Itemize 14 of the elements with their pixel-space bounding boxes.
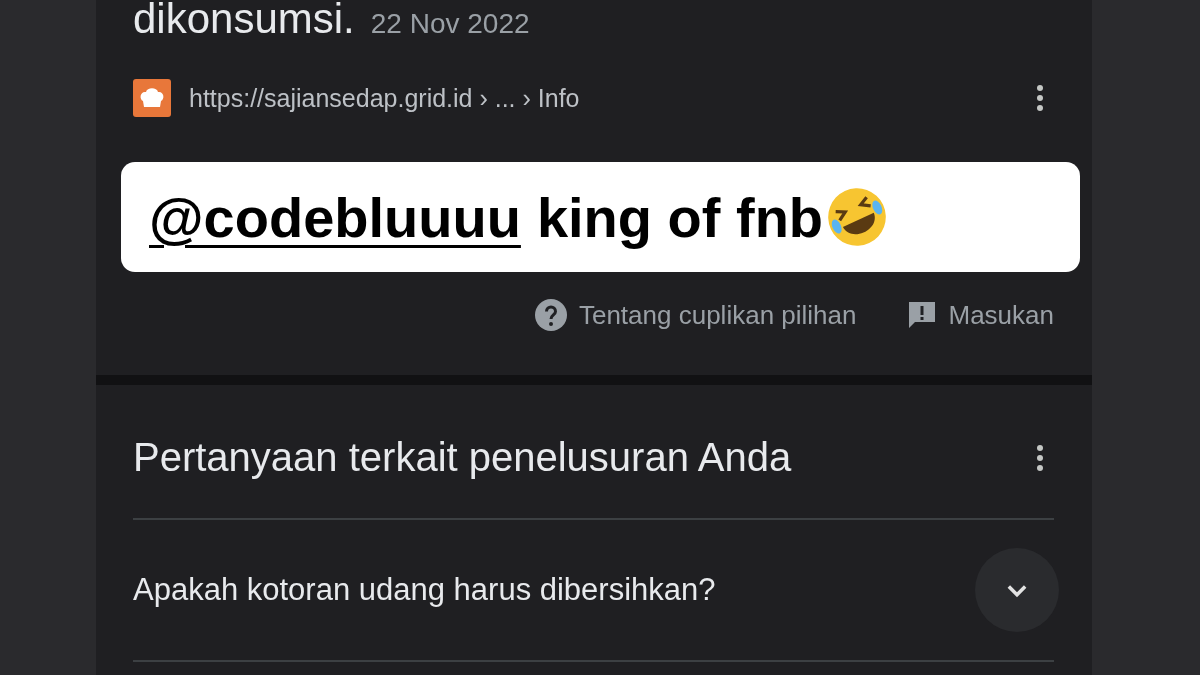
- footer-link[interactable]: Tentang cuplikan pilihan: [578, 299, 857, 331]
- footer-link[interactable]: Masukan: [948, 299, 1054, 331]
- more-options-icon[interactable]: [1036, 443, 1044, 472]
- more-options-icon[interactable]: [1036, 84, 1044, 113]
- caption-text: king of fnb: [536, 184, 824, 250]
- mention-link[interactable]: @codebluuuu: [149, 184, 521, 250]
- snippet-text: dikonsumsi.: [133, 0, 355, 43]
- chef-hat-favicon-icon: [133, 79, 171, 118]
- feedback-icon[interactable]: [906, 300, 937, 330]
- question-item[interactable]: Apakah kotoran udang harus dibersihkan?: [133, 572, 716, 608]
- section-heading: Pertanyaan terkait penelusuran Anda: [133, 435, 792, 480]
- source-url[interactable]: https://sajiansedap.grid.id › ... › Info: [189, 83, 1036, 113]
- help-icon[interactable]: [534, 299, 567, 331]
- snippet-date: 22 Nov 2022: [370, 9, 530, 40]
